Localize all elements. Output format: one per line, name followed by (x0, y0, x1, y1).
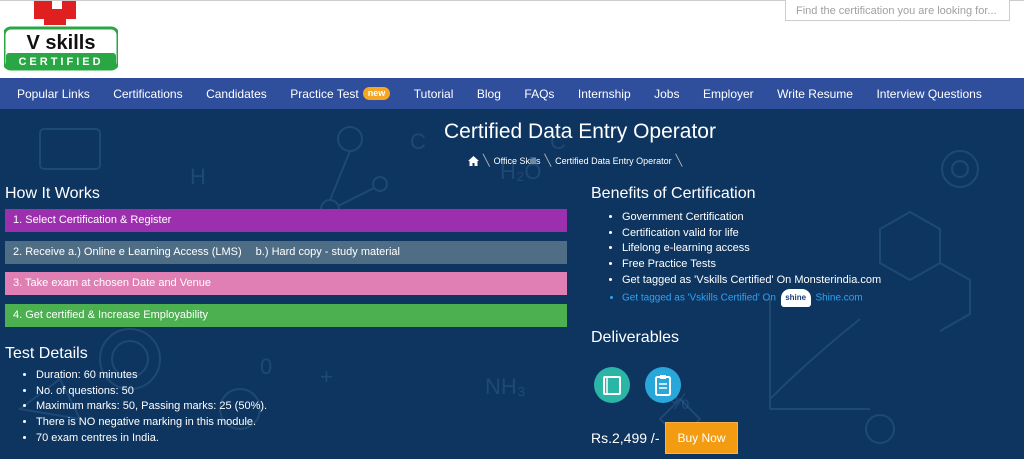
svg-text:+: + (320, 364, 333, 389)
nav-internship[interactable]: Internship (578, 87, 631, 101)
step-1-label: 1. Select Certification & Register (13, 214, 172, 226)
nav-candidates[interactable]: Candidates (206, 87, 267, 101)
list-item: Get tagged as 'Vskills Certified' On Mon… (622, 273, 881, 289)
site-header: V skills CERTIFIED (0, 0, 1024, 78)
page-title: Certified Data Entry Operator (444, 120, 716, 143)
nav-practice-test[interactable]: Practice Test new (290, 86, 391, 101)
step-3-bar[interactable]: 3. Take exam at chosen Date and Venue (5, 272, 567, 295)
vskills-logo[interactable]: V skills CERTIFIED (2, 1, 120, 71)
breadcrumb-separator: ╲ (483, 155, 490, 167)
list-item: Free Practice Tests (622, 257, 881, 273)
nav-certifications[interactable]: Certifications (113, 87, 182, 101)
search-box[interactable] (785, 0, 1010, 21)
nav-write-resume[interactable]: Write Resume (777, 87, 853, 101)
nav-faqs[interactable]: FAQs (524, 87, 554, 101)
shine-logo: shine (780, 288, 811, 307)
list-item: Maximum marks: 50, Passing marks: 25 (50… (36, 399, 267, 415)
test-details-list: Duration: 60 minutes No. of questions: 5… (36, 368, 267, 447)
main-navbar: Popular Links Certifications Candidates … (0, 78, 1024, 109)
clipboard-icon (645, 367, 681, 403)
breadcrumb: ╲ Office Skills ╲ Certified Data Entry O… (468, 154, 686, 167)
search-input[interactable] (786, 0, 1009, 20)
step-2-bar[interactable]: 2. Receive a.) Online e Learning Access … (5, 241, 567, 264)
nav-practice-test-label: Practice Test (290, 86, 359, 101)
step-2-label: 2. Receive a.) Online e Learning Access … (13, 246, 242, 258)
nav-tutorial[interactable]: Tutorial (414, 87, 454, 101)
nav-interview-questions[interactable]: Interview Questions (876, 87, 981, 101)
svg-text:H: H (190, 164, 206, 189)
benefits-title: Benefits of Certification (591, 185, 756, 202)
book-icon (594, 367, 630, 403)
nav-employer[interactable]: Employer (703, 87, 754, 101)
nav-blog[interactable]: Blog (477, 87, 501, 101)
test-details-title: Test Details (5, 345, 88, 362)
step-4-label: 4. Get certified & Increase Employabilit… (13, 309, 209, 321)
certification-hero: H H₂O NH₃ C 0 + C % Certified Data Entry… (0, 109, 1024, 459)
how-it-works-title: How It Works (5, 185, 100, 202)
list-item: Lifelong e-learning access (622, 241, 881, 257)
step-3-label: 3. Take exam at chosen Date and Venue (13, 277, 211, 289)
list-item: Government Certification (622, 210, 881, 226)
new-badge: new (362, 87, 391, 100)
list-item: Duration: 60 minutes (36, 368, 267, 384)
logo-text: V skills (27, 32, 96, 54)
list-item: 70 exam centres in India. (36, 431, 267, 447)
list-item: No. of questions: 50 (36, 384, 267, 400)
deliverables-title: Deliverables (591, 329, 680, 346)
breadcrumb-office-skills[interactable]: Office Skills (494, 156, 541, 166)
shine-link-item[interactable]: Get tagged as 'Vskills Certified' On shi… (622, 288, 881, 307)
step-4-bar[interactable]: 4. Get certified & Increase Employabilit… (5, 304, 567, 327)
home-icon[interactable] (468, 155, 479, 166)
shine-link-suffix: Shine.com (815, 292, 863, 304)
step-2-label-b: b.) Hard copy - study material (255, 246, 400, 258)
shine-link-prefix: Get tagged as 'Vskills Certified' On (622, 292, 776, 304)
svg-text:NH₃: NH₃ (485, 374, 526, 399)
nav-jobs[interactable]: Jobs (654, 87, 679, 101)
step-1-bar[interactable]: 1. Select Certification & Register (5, 209, 567, 232)
benefits-list: Government Certification Certification v… (622, 210, 881, 307)
logo-subtext: CERTIFIED (18, 56, 103, 68)
breadcrumb-separator: ╲ (675, 155, 683, 167)
list-item: There is NO negative marking in this mod… (36, 415, 267, 431)
buy-now-button[interactable]: Buy Now (665, 422, 738, 454)
nav-popular-links[interactable]: Popular Links (17, 87, 90, 101)
price: Rs.2,499 /- (591, 430, 660, 446)
breadcrumb-current: Certified Data Entry Operator (555, 155, 672, 166)
breadcrumb-separator: ╲ (544, 155, 552, 167)
list-item: Certification valid for life (622, 226, 881, 242)
